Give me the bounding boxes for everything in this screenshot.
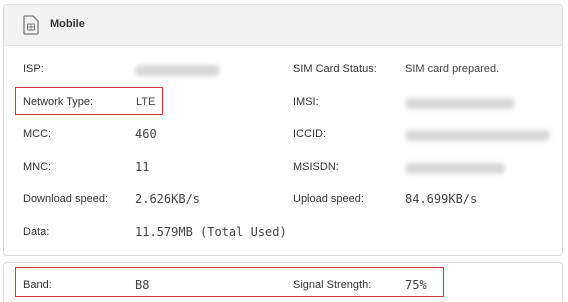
mobile-panel: Mobile ISP: Network Type: LTE MCC: 460 M… — [3, 4, 563, 256]
download-speed-label: Download speed: — [23, 193, 109, 205]
upload-speed-value: 84.699KB/s — [405, 192, 478, 206]
panel-title: Mobile — [50, 18, 85, 30]
data-label: Data: — [23, 226, 50, 238]
iccid-label: ICCID: — [293, 128, 326, 140]
imsi-label: IMSI: — [293, 96, 319, 108]
isp-value-redacted — [135, 65, 220, 76]
sim-card-icon — [23, 15, 39, 35]
data-usage-value: 11.579MB (Total Used) — [135, 225, 287, 239]
network-type-highlight — [15, 87, 163, 115]
mnc-label: MNC: — [23, 161, 52, 173]
iccid-value-redacted — [405, 130, 550, 141]
sim-status-value: SIM card prepared. — [405, 63, 500, 75]
mcc-value: 460 — [135, 127, 157, 141]
sim-status-label: SIM Card Status: — [293, 63, 377, 75]
band-signal-highlight — [15, 267, 444, 297]
msisdn-label: MSISDN: — [293, 161, 339, 173]
download-speed-value: 2.626KB/s — [135, 192, 201, 206]
isp-label: ISP: — [23, 63, 44, 75]
mnc-value: 11 — [135, 160, 150, 174]
msisdn-value-redacted — [405, 163, 505, 174]
signal-panel: Band: B8 Signal Strength: 75% — [3, 262, 563, 302]
panel-header: Mobile — [4, 5, 562, 46]
mcc-label: MCC: — [23, 128, 52, 140]
upload-speed-label: Upload speed: — [293, 193, 364, 205]
imsi-value-redacted — [405, 98, 515, 109]
